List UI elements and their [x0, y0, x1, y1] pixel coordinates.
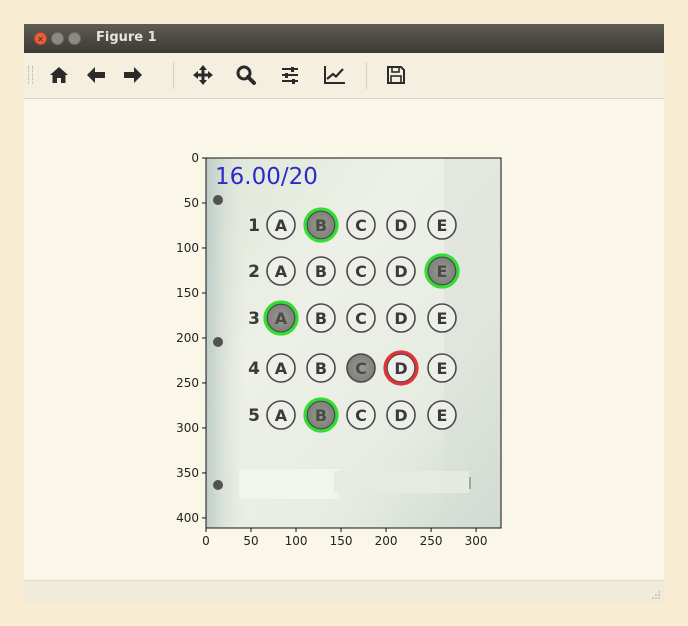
edit-axes-button[interactable]: [320, 60, 350, 90]
resize-grip-icon[interactable]: [651, 590, 661, 600]
bubble-letter: D: [394, 216, 407, 235]
y-tick-label: 150: [176, 286, 199, 300]
bubble-letter: B: [315, 262, 327, 281]
floppy-disk-icon: [387, 66, 405, 84]
y-tick-label: 200: [176, 331, 199, 345]
bubble-letter: D: [394, 359, 407, 378]
x-tick-label: 250: [420, 534, 443, 548]
bubble-letter: A: [275, 216, 288, 235]
y-tick-label: 400: [176, 511, 199, 525]
forward-button[interactable]: [118, 60, 148, 90]
question-number: 3: [248, 309, 260, 329]
close-window-button[interactable]: ✕: [34, 32, 47, 45]
bubble-letter: A: [275, 359, 288, 378]
question-number: 2: [248, 262, 260, 282]
arrow-left-icon: [87, 67, 105, 83]
save-button[interactable]: [381, 60, 411, 90]
bubble-letter: A: [275, 309, 288, 328]
axes-plot[interactable]: 16.00/20 1 A B C D E2 A B C D E3 A B C D E4 A B C D E5 A B C D E …: [24, 99, 664, 579]
y-tick-label: 300: [176, 421, 199, 435]
x-tick-label: 100: [285, 534, 308, 548]
figure-canvas[interactable]: 16.00/20 1ABCDE2ABCDE3ABCDE4ABCDE5ABCDE …: [24, 99, 664, 579]
question-number: 1: [248, 216, 260, 236]
question-number: 4: [248, 359, 260, 379]
sliders-icon: [282, 67, 298, 84]
bubble-letter: E: [437, 309, 448, 328]
y-tick-label: 50: [184, 196, 199, 210]
figure-window: ✕ Figure 1 16.00/20 1 A B C D E 2 A B C …: [24, 24, 664, 603]
toolbar-grip: [28, 66, 33, 84]
bubble-letter: B: [315, 406, 327, 425]
pan-button[interactable]: [188, 60, 218, 90]
back-button[interactable]: [81, 60, 111, 90]
bubble-letter: E: [437, 359, 448, 378]
navigation-toolbar: [24, 53, 664, 99]
bubble-letter: D: [394, 309, 407, 328]
bubble-letter: C: [355, 309, 367, 328]
x-axis: 0 50 100 150 200 250 300: [202, 528, 488, 548]
bubble-letter: B: [315, 309, 327, 328]
y-axis: 0 50 100 150 200 250 300 350 400: [176, 151, 206, 525]
bubble-letter: C: [355, 406, 367, 425]
x-tick-label: 300: [465, 534, 488, 548]
toolbar-separator: [366, 62, 367, 89]
bubble-letter: C: [355, 262, 367, 281]
home-button[interactable]: [44, 60, 74, 90]
move-icon: [193, 65, 213, 85]
bubble-letter: C: [355, 359, 367, 378]
subplots-button[interactable]: [275, 60, 305, 90]
bubble-letter: E: [437, 406, 448, 425]
minimize-window-button[interactable]: [51, 32, 64, 45]
bubble-letter: A: [275, 262, 288, 281]
x-tick-label: 200: [375, 534, 398, 548]
bubble-letter: B: [315, 359, 327, 378]
status-bar: [24, 580, 664, 603]
window-title: Figure 1: [96, 30, 157, 45]
y-tick-label: 350: [176, 466, 199, 480]
bubble-letter: C: [355, 216, 367, 235]
y-tick-label: 250: [176, 376, 199, 390]
bubble-letter: D: [394, 406, 407, 425]
maximize-window-button[interactable]: [68, 32, 81, 45]
title-bar[interactable]: ✕ Figure 1: [24, 24, 664, 53]
bubble-letter: A: [275, 406, 288, 425]
line-chart-icon: [324, 66, 345, 84]
bubble-letter: D: [394, 262, 407, 281]
magnifier-icon: [236, 65, 256, 85]
bubble-letter: E: [437, 216, 448, 235]
x-tick-label: 50: [243, 534, 258, 548]
y-tick-label: 100: [176, 241, 199, 255]
x-tick-label: 150: [330, 534, 353, 548]
score-text: 16.00/20: [215, 164, 318, 190]
y-tick-label: 0: [191, 151, 199, 165]
bubble-letter: E: [437, 262, 448, 281]
bubble-letter: B: [315, 216, 327, 235]
home-icon: [50, 67, 68, 83]
arrow-right-icon: [124, 67, 142, 83]
x-tick-label: 0: [202, 534, 210, 548]
toolbar-separator: [173, 62, 174, 89]
question-number: 5: [248, 406, 260, 426]
zoom-button[interactable]: [231, 60, 261, 90]
